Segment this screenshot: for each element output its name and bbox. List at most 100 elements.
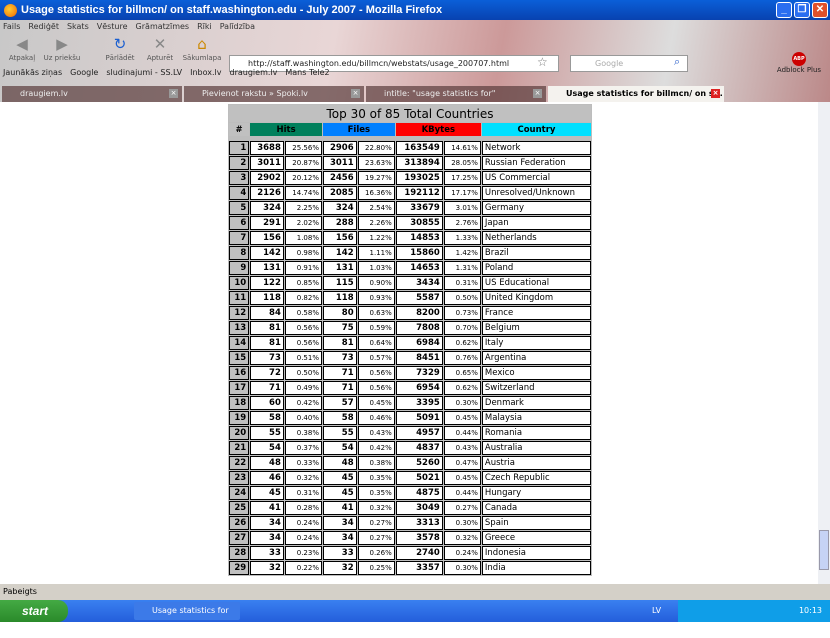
hits-value: 71 [250,381,284,395]
browser-tab[interactable]: draugiem.lv × [2,86,182,102]
files-value: 2456 [322,171,357,185]
menu-item[interactable]: Fails [3,22,20,31]
menu-item[interactable]: Palīdzība [220,22,255,31]
back-button[interactable]: ◀ Atpakaļ [2,34,42,62]
reload-button[interactable]: ↻ Pārlādēt [100,34,140,62]
tab-strip: draugiem.lv × Pievienot rakstu » Spoki.lv ×… [0,86,830,114]
stop-icon: ✕ [153,35,167,53]
kbytes-percent: 0.30% [443,396,481,410]
bookmark-item[interactable]: draugiem.lv [230,68,278,77]
bookmark-star-icon[interactable]: ☆ [537,55,548,69]
country-name: Japan [481,216,591,230]
stop-button[interactable]: ✕ Apturēt [140,34,180,62]
adblock-plus-button[interactable]: ABP Adblock Plus [776,52,822,74]
kbytes-percent: 3.01% [443,201,481,215]
home-button[interactable]: ⌂ Sākumlapa [182,34,222,62]
country-name: Netherlands [481,231,591,245]
start-button[interactable]: start [0,600,68,622]
files-percent: 2.54% [357,201,395,215]
row-rank: 26 [229,516,250,530]
maximize-button[interactable]: ❐ [794,2,810,18]
close-button[interactable]: ✕ [812,2,828,18]
page-content: Top 30 of 85 Total Countries # Hits File… [0,102,818,584]
hits-value: 32 [250,561,284,575]
tab-close-icon[interactable]: × [351,89,360,98]
files-value: 73 [322,351,357,365]
files-value: 142 [322,246,357,260]
files-percent: 0.27% [357,531,395,545]
reload-icon: ↻ [113,35,127,53]
browser-tab[interactable]: intitle: "usage statistics for" "generat… [366,86,546,114]
kbytes-value: 193025 [395,171,443,185]
kbytes-percent: 0.50% [443,291,481,305]
table-row: 15 73 0.51% 73 0.57% 8451 0.76% Argentina [229,351,591,365]
row-rank: 22 [229,456,250,470]
status-bar: Pabeigts [0,584,830,600]
row-rank: 17 [229,381,250,395]
tab-close-icon[interactable]: × [533,89,542,98]
hits-percent: 0.58% [284,306,322,320]
menu-item[interactable]: Rīki [197,22,212,31]
bookmark-item[interactable]: Mans Tele2 [285,68,329,77]
bookmark-item[interactable]: Jaunākās ziņas [3,68,62,77]
abp-icon: ABP [792,52,806,66]
vertical-scrollbar[interactable] [818,102,830,584]
country-name: Malaysia [481,411,591,425]
hits-value: 34 [250,516,284,530]
table-row: 20 55 0.38% 55 0.43% 4957 0.44% Romania [229,426,591,440]
files-percent: 0.27% [357,516,395,530]
hits-percent: 0.50% [284,366,322,380]
table-title: Top 30 of 85 Total Countries [229,105,591,122]
col-header-num: # [229,123,250,136]
menu-item[interactable]: Skats [67,22,89,31]
scrollbar-thumb[interactable] [819,530,829,570]
kbytes-percent: 0.44% [443,486,481,500]
col-header-files: Files [322,123,395,136]
files-percent: 22.80% [357,141,395,155]
menu-item[interactable]: Grāmatzīmes [136,22,190,31]
menu-item[interactable]: Rediģēt [28,22,59,31]
hits-value: 34 [250,531,284,545]
status-text: Pabeigts [3,587,37,596]
kbytes-percent: 0.70% [443,321,481,335]
hits-percent: 20.12% [284,171,322,185]
row-rank: 8 [229,246,250,260]
kbytes-value: 8451 [395,351,443,365]
forward-button[interactable]: ▶ Uz priekšu [42,34,82,62]
browser-tab[interactable]: Usage statistics for billmcn/ on s... × [548,86,724,102]
kbytes-percent: 2.76% [443,216,481,230]
kbytes-percent: 0.30% [443,561,481,575]
taskbar-firefox-window[interactable]: Usage statistics for bi... [134,602,240,633]
forward-arrow-icon: ▶ [56,35,68,53]
files-percent: 0.35% [357,471,395,485]
files-value: 48 [322,456,357,470]
hits-percent: 0.91% [284,261,322,275]
tab-close-icon[interactable]: × [711,89,720,98]
row-rank: 21 [229,441,250,455]
tab-close-icon[interactable]: × [169,89,178,98]
kbytes-percent: 0.24% [443,546,481,560]
kbytes-percent: 28.05% [443,156,481,170]
language-indicator[interactable]: LV [652,600,661,622]
search-magnifier-icon[interactable]: ⌕ [674,55,680,69]
hits-value: 3688 [250,141,284,155]
table-row: 24 45 0.31% 45 0.35% 4875 0.44% Hungary [229,486,591,500]
files-percent: 2.26% [357,216,395,230]
menu-item[interactable]: Vēsture [97,22,128,31]
files-percent: 16.36% [357,186,395,200]
files-percent: 19.27% [357,171,395,185]
search-input[interactable]: Google [570,55,688,72]
country-name: Unresolved/Unknown [481,186,591,200]
country-name: Argentina [481,351,591,365]
hits-percent: 0.37% [284,441,322,455]
row-rank: 27 [229,531,250,545]
bookmark-item[interactable]: Inbox.lv [190,68,221,77]
browser-tab[interactable]: Pievienot rakstu » Spoki.lv × [184,86,364,102]
bookmark-item[interactable]: Google [70,68,98,77]
kbytes-value: 3395 [395,396,443,410]
kbytes-percent: 0.27% [443,501,481,515]
minimize-button[interactable]: _ [776,2,792,18]
kbytes-value: 4957 [395,426,443,440]
bookmark-item[interactable]: sludinajumi - SS.LV [106,68,182,77]
hits-percent: 0.82% [284,291,322,305]
